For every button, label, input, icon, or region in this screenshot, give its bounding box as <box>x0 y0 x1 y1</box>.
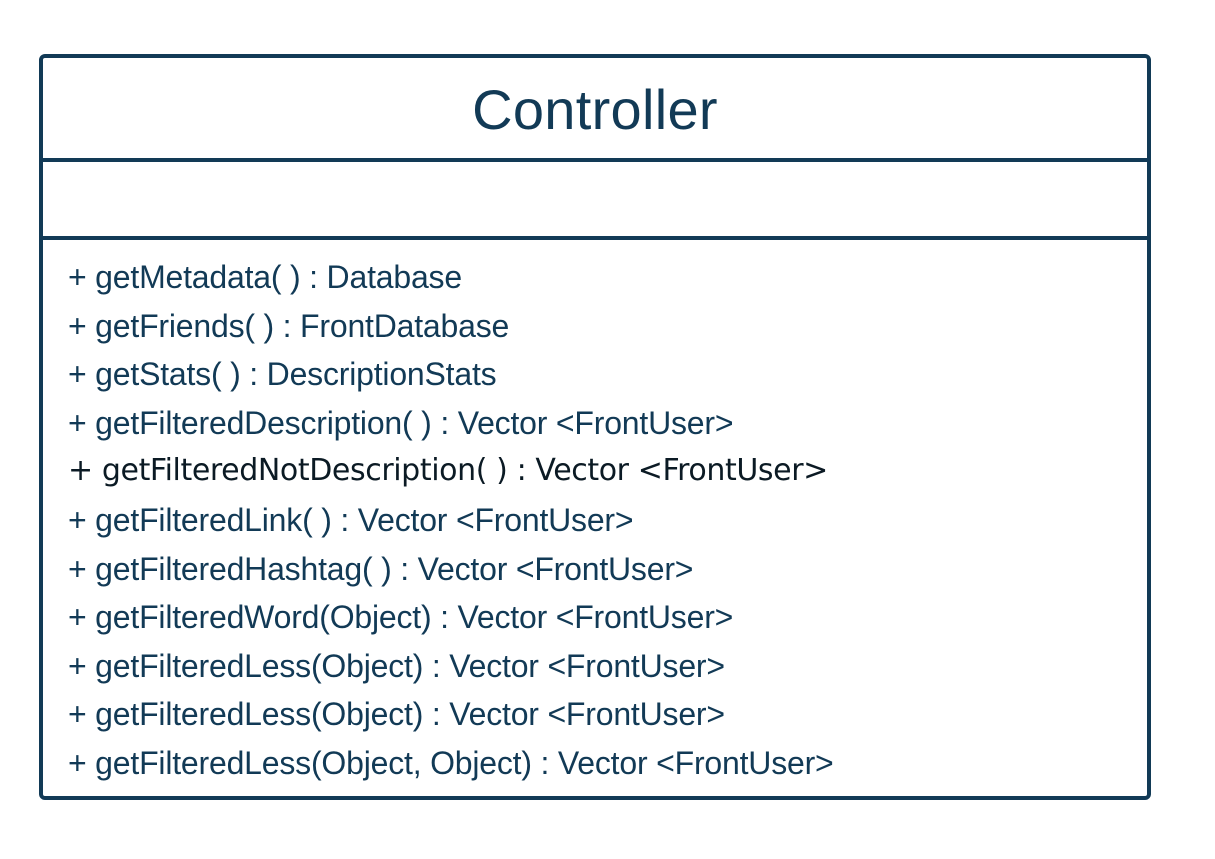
operation-item: + getFilteredNotDescription( ) : Vector … <box>68 453 828 489</box>
uml-class-box: Controller + getMetadata( ) : Database +… <box>39 54 1151 800</box>
class-name: Controller <box>472 78 718 141</box>
operation-item: + getFilteredHashtag( ) : Vector <FrontU… <box>68 550 694 587</box>
operation-item: + getFilteredDescription( ) : Vector <Fr… <box>68 404 734 441</box>
operation-item: + getFilteredLink( ) : Vector <FrontUser… <box>68 501 634 538</box>
operations-list: + getMetadata( ) : Database + getFriends… <box>68 257 1137 792</box>
operation-item: + getFriends( ) : FrontDatabase <box>68 307 510 344</box>
operation-item: + getFilteredWord(Object) : Vector <Fron… <box>68 599 734 636</box>
class-name-compartment: Controller <box>43 58 1147 162</box>
operation-item: + getFilteredLess(Object) : Vector <Fron… <box>68 647 725 684</box>
operations-compartment: + getMetadata( ) : Database + getFriends… <box>43 240 1147 796</box>
attributes-compartment <box>43 162 1147 240</box>
operation-item: + getStats( ) : DescriptionStats <box>68 356 497 393</box>
operation-item: + getMetadata( ) : Database <box>68 259 462 295</box>
operation-item: + getFilteredLess(Object, Object) : Vect… <box>68 744 834 781</box>
operation-item: + getFilteredLess(Object) : Vector <Fron… <box>68 696 725 733</box>
